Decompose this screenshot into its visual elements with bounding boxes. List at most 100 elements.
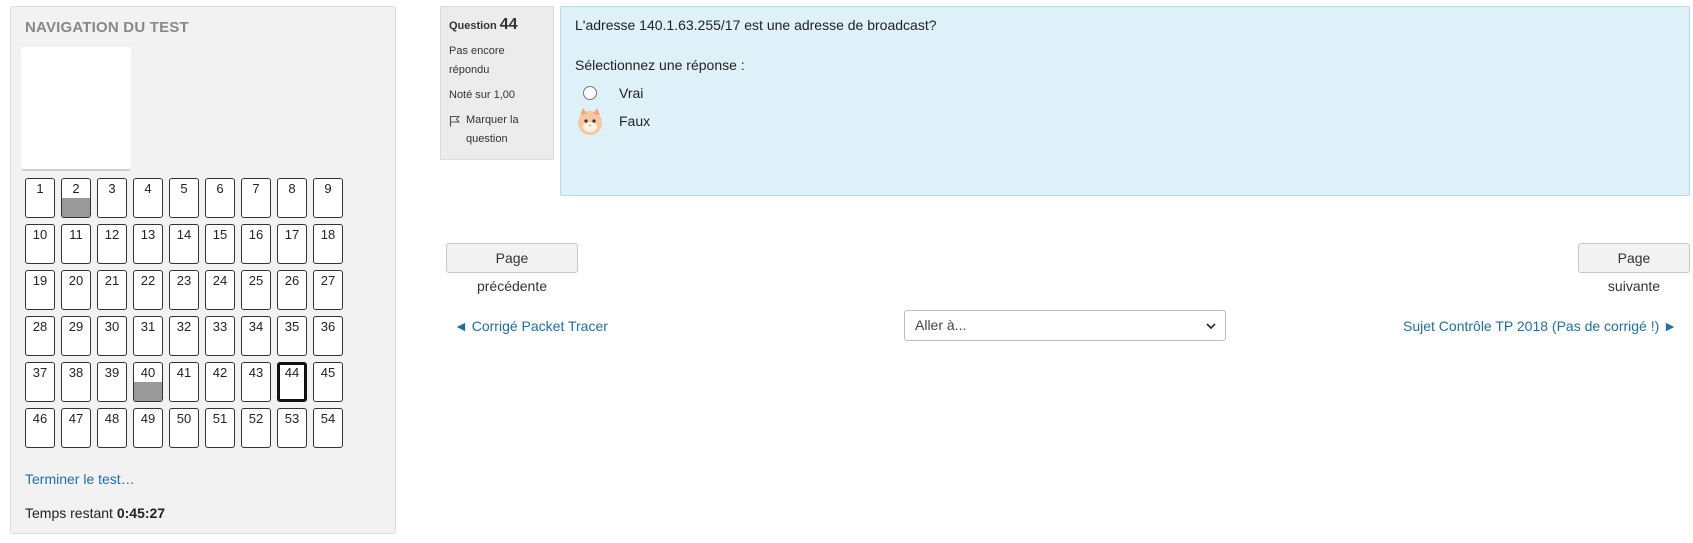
question-nav-number: 8	[288, 181, 296, 196]
question-nav-button-42[interactable]: 42	[205, 362, 235, 402]
question-nav-button-53[interactable]: 53	[277, 408, 307, 448]
question-nav-button-33[interactable]: 33	[205, 316, 235, 356]
question-label: Question	[449, 20, 497, 32]
question-nav-button-43[interactable]: 43	[241, 362, 271, 402]
question-text: L'adresse 140.1.63.255/17 est une adress…	[575, 17, 937, 33]
question-nav-button-13[interactable]: 13	[133, 224, 163, 264]
answered-indicator	[134, 382, 162, 401]
question-nav-button-5[interactable]: 5	[169, 178, 199, 218]
question-nav-button-23[interactable]: 23	[169, 270, 199, 310]
question-nav-button-32[interactable]: 32	[169, 316, 199, 356]
next-activity-link[interactable]: Sujet Contrôle TP 2018 (Pas de corrigé !…	[1403, 318, 1677, 334]
question-nav-button-37[interactable]: 37	[25, 362, 55, 402]
question-nav-button-7[interactable]: 7	[241, 178, 271, 218]
question-nav-button-24[interactable]: 24	[205, 270, 235, 310]
question-nav-number: 20	[68, 273, 84, 288]
question-nav-number: 26	[284, 273, 300, 288]
previous-page-button[interactable]: Page précédente	[446, 243, 578, 294]
question-nav-button-52[interactable]: 52	[241, 408, 271, 448]
question-nav-number: 15	[212, 227, 228, 242]
question-nav-button-20[interactable]: 20	[61, 270, 91, 310]
next-page-button[interactable]: Page suivante	[1578, 243, 1690, 294]
question-nav-button-41[interactable]: 41	[169, 362, 199, 402]
previous-activity-link[interactable]: ◄ Corrigé Packet Tracer	[454, 318, 608, 334]
radio-button-vrai[interactable]	[583, 86, 597, 100]
question-nav-button-2[interactable]: 2	[61, 178, 91, 218]
question-nav-button-44[interactable]: 44	[277, 362, 307, 402]
question-nav-number: 1	[36, 181, 44, 196]
question-nav-button-28[interactable]: 28	[25, 316, 55, 356]
question-nav-number: 2	[72, 181, 80, 196]
question-nav-button-17[interactable]: 17	[277, 224, 307, 264]
question-nav-button-1[interactable]: 1	[25, 178, 55, 218]
question-nav-number: 39	[104, 365, 120, 380]
question-nav-button-30[interactable]: 30	[97, 316, 127, 356]
question-nav-number: 16	[248, 227, 264, 242]
flag-question-label: Marquer la question	[466, 114, 519, 145]
question-nav-button-15[interactable]: 15	[205, 224, 235, 264]
question-nav-number: 25	[248, 273, 264, 288]
chevron-down-icon	[1206, 323, 1216, 330]
question-nav-button-26[interactable]: 26	[277, 270, 307, 310]
question-nav-number: 21	[104, 273, 120, 288]
question-nav-number: 35	[284, 319, 300, 334]
finish-attempt-link[interactable]: Terminer le test…	[25, 471, 135, 487]
question-nav-number: 37	[32, 365, 48, 380]
question-nav-button-34[interactable]: 34	[241, 316, 271, 356]
question-nav-button-29[interactable]: 29	[61, 316, 91, 356]
question-nav-number: 4	[144, 181, 152, 196]
question-nav-number: 50	[176, 411, 192, 426]
question-nav-button-46[interactable]: 46	[25, 408, 55, 448]
question-nav-button-9[interactable]: 9	[313, 178, 343, 218]
question-nav-number: 42	[212, 365, 228, 380]
answer-option-faux[interactable]: Faux	[575, 107, 1675, 135]
jump-to-activity-select[interactable]: Aller à...	[904, 310, 1226, 341]
question-nav-number: 38	[68, 365, 84, 380]
question-nav-button-8[interactable]: 8	[277, 178, 307, 218]
time-remaining-label: Temps restant	[25, 505, 113, 521]
question-nav-button-25[interactable]: 25	[241, 270, 271, 310]
answer-option-vrai[interactable]: Vrai	[575, 79, 1675, 107]
question-nav-button-47[interactable]: 47	[61, 408, 91, 448]
jump-select-value: Aller à...	[915, 317, 967, 333]
question-nav-button-50[interactable]: 50	[169, 408, 199, 448]
question-nav-button-39[interactable]: 39	[97, 362, 127, 402]
question-nav-button-16[interactable]: 16	[241, 224, 271, 264]
question-nav-button-3[interactable]: 3	[97, 178, 127, 218]
question-nav-button-19[interactable]: 19	[25, 270, 55, 310]
question-nav-button-11[interactable]: 11	[61, 224, 91, 264]
question-nav-button-6[interactable]: 6	[205, 178, 235, 218]
question-nav-number: 27	[320, 273, 336, 288]
question-nav-number: 13	[140, 227, 156, 242]
question-nav-button-35[interactable]: 35	[277, 316, 307, 356]
question-nav-number: 6	[216, 181, 224, 196]
question-nav-button-36[interactable]: 36	[313, 316, 343, 356]
question-nav-button-31[interactable]: 31	[133, 316, 163, 356]
question-nav-button-22[interactable]: 22	[133, 270, 163, 310]
question-nav-button-21[interactable]: 21	[97, 270, 127, 310]
question-nav-button-48[interactable]: 48	[97, 408, 127, 448]
question-nav-number: 28	[32, 319, 48, 334]
question-nav-number: 17	[284, 227, 300, 242]
question-nav-button-40[interactable]: 40	[133, 362, 163, 402]
question-nav-button-51[interactable]: 51	[205, 408, 235, 448]
question-nav-button-45[interactable]: 45	[313, 362, 343, 402]
question-nav-button-38[interactable]: 38	[61, 362, 91, 402]
question-nav-button-49[interactable]: 49	[133, 408, 163, 448]
question-nav-number: 34	[248, 319, 264, 334]
question-nav-number: 45	[320, 365, 336, 380]
question-nav-button-10[interactable]: 10	[25, 224, 55, 264]
question-nav-number: 46	[32, 411, 48, 426]
question-nav-number: 12	[104, 227, 120, 242]
question-nav-button-14[interactable]: 14	[169, 224, 199, 264]
time-remaining: Temps restant 0:45:27	[25, 505, 165, 521]
answer-label-vrai: Vrai	[619, 85, 644, 101]
question-nav-button-54[interactable]: 54	[313, 408, 343, 448]
question-nav-button-12[interactable]: 12	[97, 224, 127, 264]
flag-question-toggle[interactable]: Marquer la question	[449, 111, 545, 149]
question-nav-number: 31	[140, 319, 156, 334]
question-nav-button-4[interactable]: 4	[133, 178, 163, 218]
question-nav-button-27[interactable]: 27	[313, 270, 343, 310]
question-nav-button-18[interactable]: 18	[313, 224, 343, 264]
user-picture-placeholder	[21, 47, 131, 171]
